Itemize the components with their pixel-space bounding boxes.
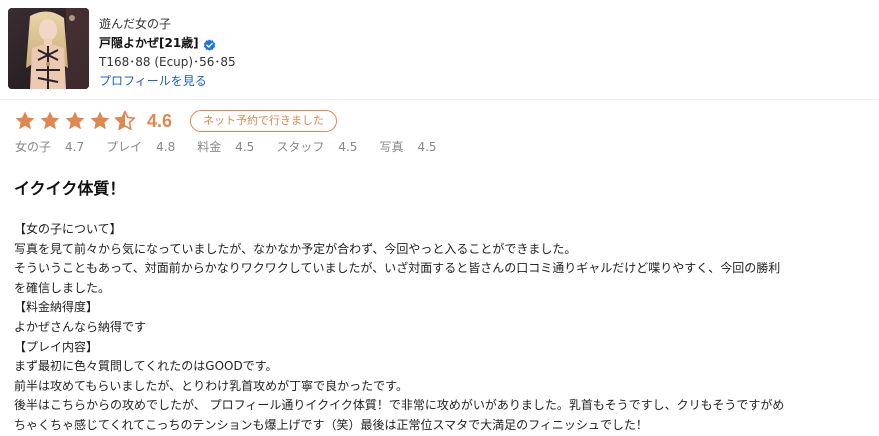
review-line: 【女の子について】 bbox=[14, 222, 122, 236]
sub-rating-item: 女の子 4.7 bbox=[15, 139, 84, 155]
review-line: 【プレイ内容】 bbox=[14, 339, 99, 354]
sub-rating-label: プレイ bbox=[106, 140, 143, 154]
rating-row: 4.6 ネット予約で行きました bbox=[14, 109, 338, 133]
star-full-icon bbox=[64, 110, 86, 132]
sub-rating-item: 料金 4.5 bbox=[197, 139, 254, 155]
review-line: そういうこともあって、対面前からかなりワクワクしていましたが、いざ対面すると皆さ… bbox=[14, 261, 781, 276]
sub-rating-value: 4.5 bbox=[338, 140, 358, 154]
sub-rating-value: 4.5 bbox=[417, 140, 437, 154]
net-reservation-badge: ネット予約で行きました bbox=[190, 110, 338, 132]
avatar-photo bbox=[8, 8, 89, 89]
sub-rating-item: スタッフ 4.5 bbox=[276, 139, 357, 155]
star-full-icon bbox=[14, 110, 36, 132]
review-line: まず最初に色々質問してくれたのはGOODです。 bbox=[14, 359, 278, 374]
view-profile-link[interactable]: プロフィールを見る bbox=[99, 73, 207, 89]
review-line: 後半はこちらからの攻めでしたが、 プロフィール通りイクイク体質！で非常に攻めがい… bbox=[14, 398, 785, 413]
star-rating bbox=[14, 110, 139, 132]
review-line: 写真を見て前々から気になっていましたが、なかなか予定が合わず、今回やっと入ること… bbox=[14, 241, 577, 256]
section-label: 遊んだ女の子 bbox=[99, 17, 172, 31]
girl-avatar[interactable] bbox=[8, 8, 89, 89]
review-line: を確信しました。 bbox=[14, 280, 111, 295]
verified-check-icon bbox=[203, 37, 216, 51]
sub-rating-label: スタッフ bbox=[276, 140, 325, 154]
sub-rating-label: 料金 bbox=[197, 140, 222, 154]
sub-rating-item: 写真 4.5 bbox=[379, 139, 436, 155]
sub-ratings: 女の子 4.7 プレイ 4.8 料金 4.5 スタッフ 4.5 写真 4.5 bbox=[15, 139, 459, 155]
review-line: 前半は攻めてもらいましたが、とりわけ乳首攻めが丁寧で良かったです。 bbox=[14, 378, 408, 393]
review-body: 【女の子について】写真を見て前々から気になっていましたが、なかなか予定が合わず、… bbox=[14, 220, 864, 436]
review-line: 【料金納得度】 bbox=[14, 300, 99, 315]
star-full-icon bbox=[89, 110, 111, 132]
sub-rating-label: 女の子 bbox=[15, 140, 52, 154]
sub-rating-value: 4.8 bbox=[156, 140, 176, 154]
girl-name-row: 戸隠よかぜ[21歳] bbox=[99, 35, 236, 51]
sub-rating-value: 4.5 bbox=[235, 140, 255, 154]
overall-score: 4.6 bbox=[147, 110, 173, 131]
girl-profile-header: 遊んだ女の子 戸隠よかぜ[21歳] T168･88 (Ecup)･56･85 プ… bbox=[0, 0, 879, 100]
star-full-icon bbox=[39, 110, 61, 132]
girl-name[interactable]: 戸隠よかぜ[21歳] bbox=[99, 35, 199, 51]
sub-rating-label: 写真 bbox=[379, 140, 404, 154]
profile-text-block: 遊んだ女の子 戸隠よかぜ[21歳] T168･88 (Ecup)･56･85 プ… bbox=[99, 16, 236, 89]
review-title: イクイク体質！ bbox=[14, 179, 126, 198]
review-line: ちゃくちゃ感じてくれてこっちのテンションも爆上げです（笑）最後は正常位スマタで大… bbox=[14, 417, 648, 432]
sub-rating-item: プレイ 4.8 bbox=[106, 139, 175, 155]
sub-rating-value: 4.7 bbox=[65, 140, 85, 154]
review-line: よかぜさんなら納得です bbox=[14, 319, 147, 334]
girl-spec: T168･88 (Ecup)･56･85 bbox=[99, 55, 236, 69]
star-half-icon bbox=[114, 110, 136, 132]
review-card: 遊んだ女の子 戸隠よかぜ[21歳] T168･88 (Ecup)･56･85 プ… bbox=[0, 0, 879, 436]
